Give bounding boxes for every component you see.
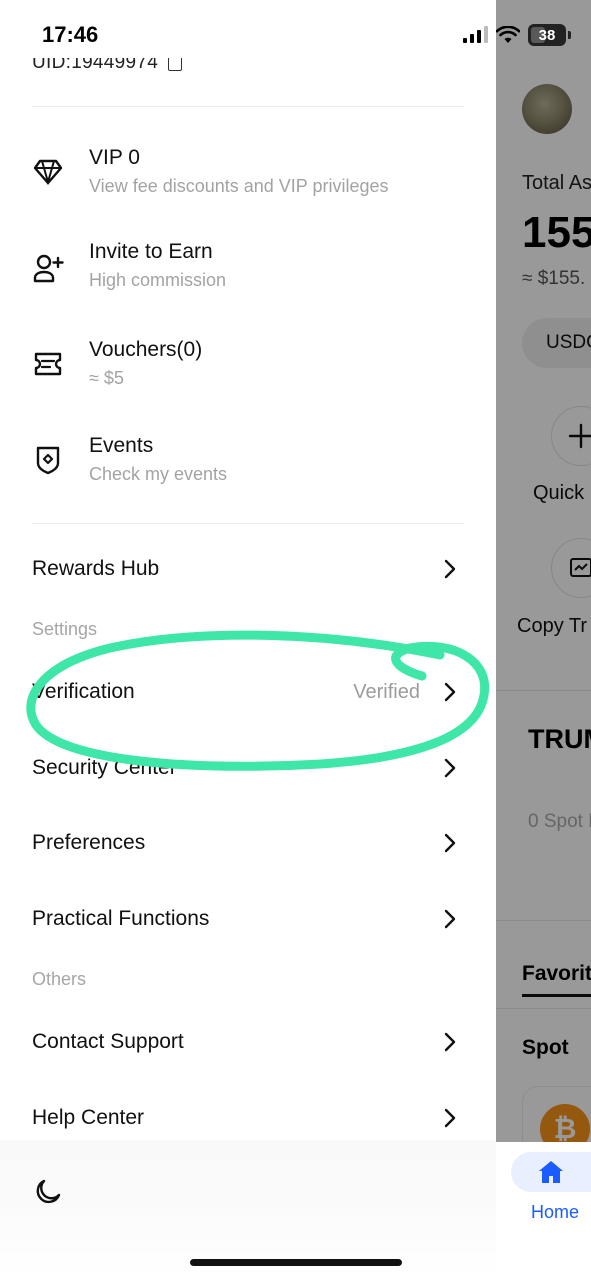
divider [32, 106, 464, 107]
chevron-right-icon [442, 558, 458, 580]
add-person-icon [32, 252, 64, 284]
chevron-right-icon [442, 832, 458, 854]
chevron-right-icon [442, 908, 458, 930]
vouchers-item[interactable]: Vouchers(0) ≈ $5 [32, 338, 472, 398]
vouchers-title: Vouchers(0) [89, 338, 203, 361]
battery-level: 38 [538, 26, 556, 44]
contact-support-row[interactable]: Contact Support [32, 1020, 464, 1064]
cellular-signal-icon [463, 26, 488, 43]
chevron-right-icon [442, 1031, 458, 1053]
events-title: Events [89, 434, 154, 457]
bottom-nav: Home [496, 1142, 591, 1280]
verification-row[interactable]: Verification Verified [32, 670, 464, 714]
status-icons: 38 [462, 24, 571, 46]
security-center-label: Security Center [32, 756, 177, 779]
preferences-label: Preferences [32, 831, 146, 854]
copy-icon[interactable] [168, 58, 183, 71]
events-item[interactable]: Events Check my events [32, 434, 472, 494]
home-icon [539, 1161, 563, 1183]
practical-functions-row[interactable]: Practical Functions [32, 897, 464, 941]
events-subtitle: Check my events [89, 464, 228, 484]
divider [32, 523, 464, 524]
uid-text: UID:19449974 [32, 58, 159, 73]
preferences-row[interactable]: Preferences [32, 821, 464, 865]
invite-item[interactable]: Invite to Earn High commission [32, 240, 472, 300]
help-center-row[interactable]: Help Center [32, 1096, 464, 1140]
uid-row[interactable]: UID:19449974 [32, 58, 183, 84]
battery-icon: 38 [528, 24, 566, 46]
security-center-row[interactable]: Security Center [32, 746, 464, 790]
settings-section-label: Settings [32, 619, 98, 639]
contact-support-label: Contact Support [32, 1030, 184, 1053]
home-indicator [190, 1259, 402, 1266]
vouchers-subtitle: ≈ $5 [89, 368, 124, 388]
status-time: 17:46 [42, 22, 99, 47]
invite-subtitle: High commission [89, 270, 227, 290]
verification-label: Verification [32, 680, 135, 703]
vip-item[interactable]: VIP 0 View fee discounts and VIP privile… [32, 146, 472, 206]
rewards-hub-row[interactable]: Rewards Hub [32, 547, 464, 591]
verification-status: Verified [353, 680, 420, 703]
side-drawer: UID:19449974 VIP 0 View fee discounts an… [0, 0, 496, 1280]
nav-home-button[interactable] [511, 1152, 591, 1192]
chevron-right-icon [442, 757, 458, 779]
vip-subtitle: View fee discounts and VIP privileges [89, 176, 389, 196]
invite-title: Invite to Earn [89, 240, 213, 263]
drawer-overlay[interactable] [496, 0, 591, 1142]
nav-home-label[interactable]: Home [531, 1202, 579, 1223]
events-shield-icon [32, 444, 64, 476]
chevron-right-icon [442, 681, 458, 703]
help-center-label: Help Center [32, 1106, 145, 1129]
vip-title: VIP 0 [89, 146, 140, 169]
diamond-icon [32, 156, 64, 188]
others-section-label: Others [32, 969, 87, 989]
battery-tip [568, 31, 571, 39]
chevron-right-icon [442, 1107, 458, 1129]
moon-icon[interactable] [32, 1178, 62, 1208]
background-home-screen: Total As 155 ≈ $155. USDC Quick Copy Tr … [496, 0, 591, 1280]
rewards-hub-label: Rewards Hub [32, 557, 160, 580]
voucher-icon [32, 348, 64, 380]
wifi-icon [496, 26, 520, 43]
practical-functions-label: Practical Functions [32, 907, 210, 930]
